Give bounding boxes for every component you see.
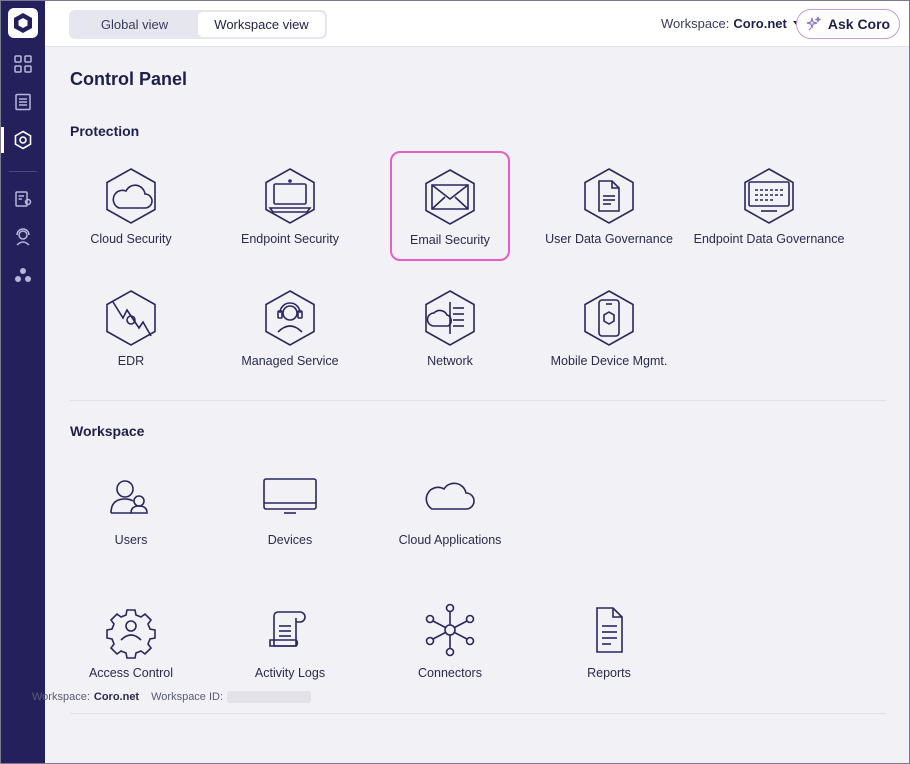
- tile-user-data-governance[interactable]: User Data Governance: [545, 152, 673, 262]
- edr-hex-icon: [101, 288, 161, 348]
- tile-access-control[interactable]: Access Control: [71, 586, 191, 696]
- global-view-tab[interactable]: Global view: [71, 12, 198, 37]
- footer-workspace-value: Coro.net: [93, 691, 140, 703]
- list-icon[interactable]: [10, 89, 36, 115]
- grid-icon[interactable]: [10, 51, 36, 77]
- support-agent-icon[interactable]: [10, 224, 36, 250]
- cloud-hex-icon: [101, 166, 161, 226]
- tile-label: Email Security: [410, 233, 490, 247]
- tile-label: Access Control: [88, 666, 174, 680]
- tile-label: Network: [427, 354, 473, 368]
- protection-section-title: Protection: [70, 123, 140, 139]
- ask-coro-button[interactable]: Ask Coro: [796, 9, 900, 39]
- tile-managed-service[interactable]: Managed Service: [230, 274, 350, 384]
- view-toggle: Global view Workspace view: [69, 10, 327, 39]
- tile-activity-logs[interactable]: Activity Logs: [230, 586, 350, 696]
- tile-network[interactable]: Network: [390, 274, 510, 384]
- screen-data-hex-icon: [739, 166, 799, 226]
- tile-label: Mobile Device Mgmt.: [550, 354, 668, 368]
- document-hex-icon: [579, 166, 639, 226]
- mobile-hex-icon: [579, 288, 639, 348]
- active-indicator: [1, 127, 4, 153]
- network-hex-icon: [420, 288, 480, 348]
- tile-label: Endpoint Security: [241, 232, 339, 246]
- tile-label: Reports: [587, 666, 631, 680]
- scroll-icon: [260, 600, 320, 660]
- tile-reports[interactable]: Reports: [549, 586, 669, 696]
- tile-email-security[interactable]: Email Security: [390, 151, 510, 261]
- tile-label: Users: [114, 533, 148, 547]
- hub-icon: [420, 600, 480, 660]
- tile-label: Cloud Applications: [398, 533, 502, 547]
- tile-connectors[interactable]: Connectors: [390, 586, 510, 696]
- workspace-section-title: Workspace: [70, 423, 145, 439]
- tile-label: Managed Service: [241, 354, 339, 368]
- tile-label: Devices: [267, 533, 313, 547]
- tile-label: Cloud Security: [90, 232, 172, 246]
- tile-mobile-device-mgmt[interactable]: Mobile Device Mgmt.: [549, 274, 669, 384]
- reports-settings-icon[interactable]: [10, 186, 36, 212]
- hexagon-gear-icon[interactable]: [10, 127, 36, 153]
- tile-edr[interactable]: EDR: [71, 274, 191, 384]
- tile-cloud-security[interactable]: Cloud Security: [71, 152, 191, 262]
- section-divider: [70, 400, 886, 401]
- tile-label: Connectors: [418, 666, 482, 680]
- cloud-icon: [420, 467, 480, 527]
- sparkle-icon: [806, 16, 821, 31]
- sidebar-divider: [9, 171, 37, 172]
- top-header: Global view Workspace view Workspace: Co…: [45, 1, 909, 47]
- workspace-selector[interactable]: Workspace: Coro.net: [661, 16, 801, 31]
- ask-coro-label: Ask Coro: [827, 16, 891, 32]
- footer-workspace-id-label: Workspace ID:: [151, 691, 224, 703]
- tile-endpoint-security[interactable]: Endpoint Security: [230, 152, 350, 262]
- network-nodes-icon[interactable]: [10, 262, 36, 288]
- tile-devices[interactable]: Devices: [230, 453, 350, 563]
- tile-label: User Data Governance: [545, 232, 673, 246]
- app-window: Global view Workspace view Workspace: Co…: [0, 0, 910, 764]
- report-icon: [579, 600, 639, 660]
- page-title: Control Panel: [70, 69, 188, 89]
- gear-user-icon: [101, 600, 161, 660]
- footer-workspace-label: Workspace:: [32, 691, 90, 703]
- tile-cloud-applications[interactable]: Cloud Applications: [390, 453, 510, 563]
- tile-label: Endpoint Data Governance: [693, 232, 845, 246]
- tile-users[interactable]: Users: [71, 453, 191, 563]
- envelope-hex-icon: [420, 167, 480, 227]
- headset-hex-icon: [260, 288, 320, 348]
- section-divider: [70, 713, 886, 714]
- footer: Workspace: Coro.net Workspace ID:: [32, 691, 312, 703]
- workspace-selector-label: Workspace:: [661, 16, 730, 31]
- workspace-selector-value: Coro.net: [733, 16, 787, 31]
- users-icon: [101, 467, 161, 527]
- workspace-id-redacted: [227, 691, 312, 703]
- workspace-view-tab[interactable]: Workspace view: [198, 12, 325, 37]
- tile-label: Activity Logs: [254, 666, 326, 680]
- coro-logo[interactable]: [8, 8, 38, 38]
- main-content: Control Panel Protection Cloud Security …: [45, 48, 909, 763]
- monitor-icon: [260, 467, 320, 527]
- laptop-hex-icon: [260, 166, 320, 226]
- tile-endpoint-data-governance[interactable]: Endpoint Data Governance: [694, 152, 844, 262]
- sidebar: [1, 1, 45, 763]
- tile-label: EDR: [117, 354, 145, 368]
